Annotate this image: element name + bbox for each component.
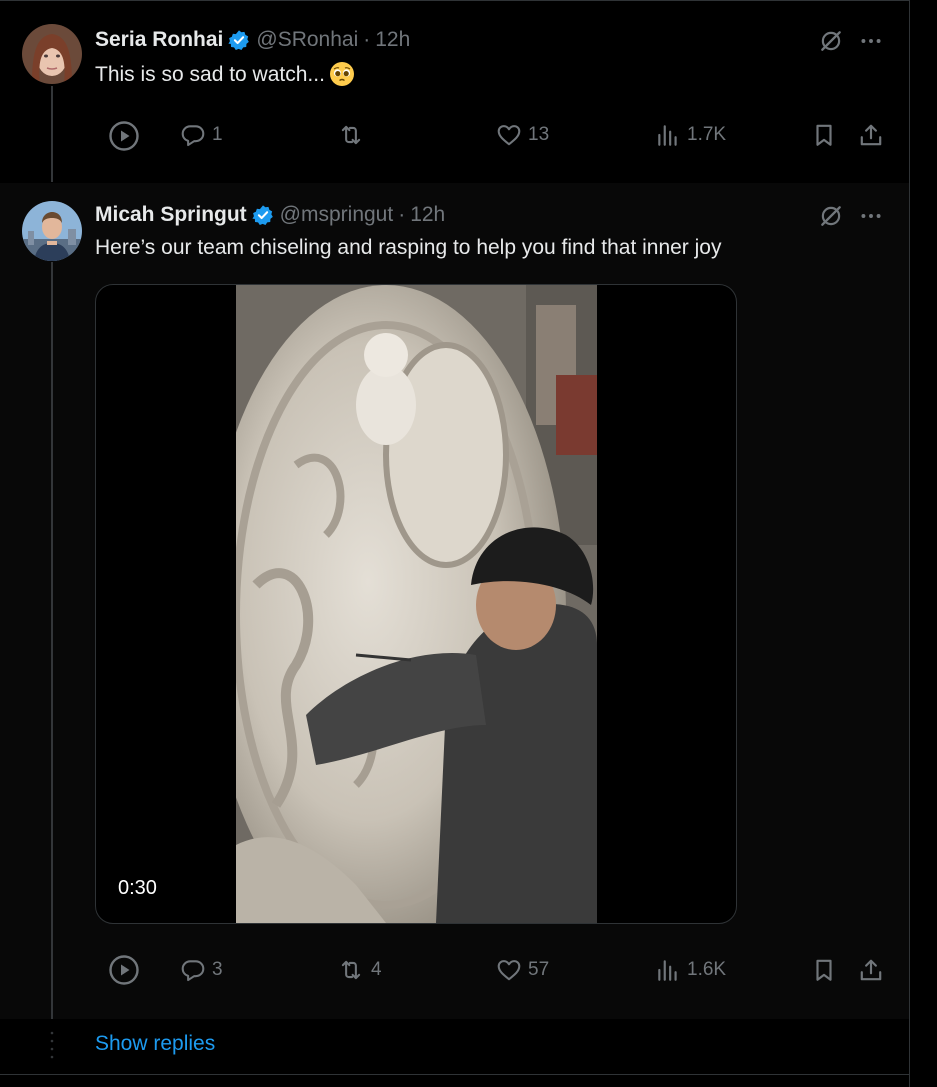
like-button[interactable]: 57	[496, 957, 549, 983]
thread-line	[51, 86, 53, 182]
more-options-icon[interactable]	[858, 203, 884, 229]
share-icon	[860, 959, 882, 981]
tweet-header: Micah Springut @mspringut · 12h	[95, 203, 445, 227]
handle[interactable]: @mspringut	[280, 203, 394, 227]
play-button[interactable]	[108, 954, 140, 986]
view-count: 1.6K	[687, 959, 727, 980]
share-icon	[860, 124, 882, 146]
video-player[interactable]: 0:30	[95, 284, 737, 924]
divider	[0, 1074, 910, 1075]
tweet-text: This is so sad to watch...	[95, 61, 355, 87]
tweet-actions: 3 4 57 1.6K	[95, 950, 895, 990]
tweet-text-content: This is so sad to watch...	[95, 63, 325, 86]
timestamp[interactable]: 12h	[375, 28, 410, 52]
bookmark-button[interactable]	[811, 957, 837, 983]
display-name[interactable]: Seria Ronhai	[95, 28, 223, 52]
avatar[interactable]	[22, 24, 82, 84]
pleading-face-icon	[329, 62, 354, 86]
bookmark-button[interactable]	[811, 122, 837, 148]
like-count: 13	[528, 124, 550, 145]
share-button[interactable]	[858, 957, 884, 983]
reply-button[interactable]: 1	[180, 122, 223, 148]
heart-icon	[497, 125, 521, 146]
reply-button[interactable]: 3	[180, 957, 223, 983]
more-options-icon[interactable]	[858, 28, 884, 54]
retweet-icon	[341, 960, 361, 980]
tweet-top-actions	[818, 28, 884, 54]
tweet-text: Here’s our team chiseling and rasping to…	[95, 236, 722, 259]
video-thumbnail[interactable]	[236, 285, 597, 923]
tweet-micah-springut[interactable]: Micah Springut @mspringut · 12h Here’s o…	[0, 183, 909, 1019]
play-button[interactable]	[108, 120, 140, 152]
like-count: 57	[528, 959, 550, 980]
thread-dots-icon	[50, 1031, 54, 1059]
bookmark-icon	[816, 959, 832, 981]
like-button[interactable]: 13	[496, 122, 549, 148]
analytics-icon	[658, 960, 677, 981]
tweet-header: Seria Ronhai @SRonhai · 12h	[95, 28, 410, 52]
display-name[interactable]: Micah Springut	[95, 203, 247, 227]
reply-count: 3	[212, 959, 223, 980]
verified-badge-icon	[252, 205, 273, 225]
retweet-button[interactable]: 4	[337, 957, 382, 983]
reply-icon	[181, 125, 205, 147]
separator-dot: ·	[363, 28, 371, 51]
handle[interactable]: @SRonhai	[256, 28, 358, 52]
bookmark-icon	[816, 124, 832, 146]
retweet-icon	[341, 125, 361, 145]
grok-icon[interactable]	[818, 203, 844, 229]
reply-count: 1	[212, 124, 223, 145]
view-count: 1.7K	[687, 124, 727, 145]
timestamp[interactable]: 12h	[410, 203, 445, 227]
retweet-button[interactable]	[337, 122, 371, 148]
heart-icon	[497, 960, 521, 981]
play-circle-icon	[109, 955, 139, 985]
show-replies-link[interactable]: Show replies	[95, 1032, 215, 1056]
share-button[interactable]	[858, 122, 884, 148]
views-button[interactable]: 1.6K	[655, 957, 726, 983]
views-button[interactable]: 1.7K	[655, 122, 726, 148]
reply-icon	[181, 960, 205, 982]
video-duration: 0:30	[118, 877, 157, 899]
play-circle-icon	[109, 121, 139, 151]
tweet-seria-ronhai[interactable]: Seria Ronhai @SRonhai · 12h This is so s…	[0, 2, 909, 182]
avatar[interactable]	[22, 201, 82, 261]
retweet-count: 4	[371, 959, 382, 980]
grok-icon[interactable]	[818, 28, 844, 54]
verified-badge-icon	[228, 30, 250, 50]
thread-line	[51, 262, 53, 1019]
tweet-actions: 1 13 1.7K	[95, 116, 895, 156]
separator-dot: ·	[398, 203, 406, 226]
divider	[0, 0, 910, 1]
tweet-top-actions	[818, 203, 884, 229]
analytics-icon	[658, 125, 677, 146]
